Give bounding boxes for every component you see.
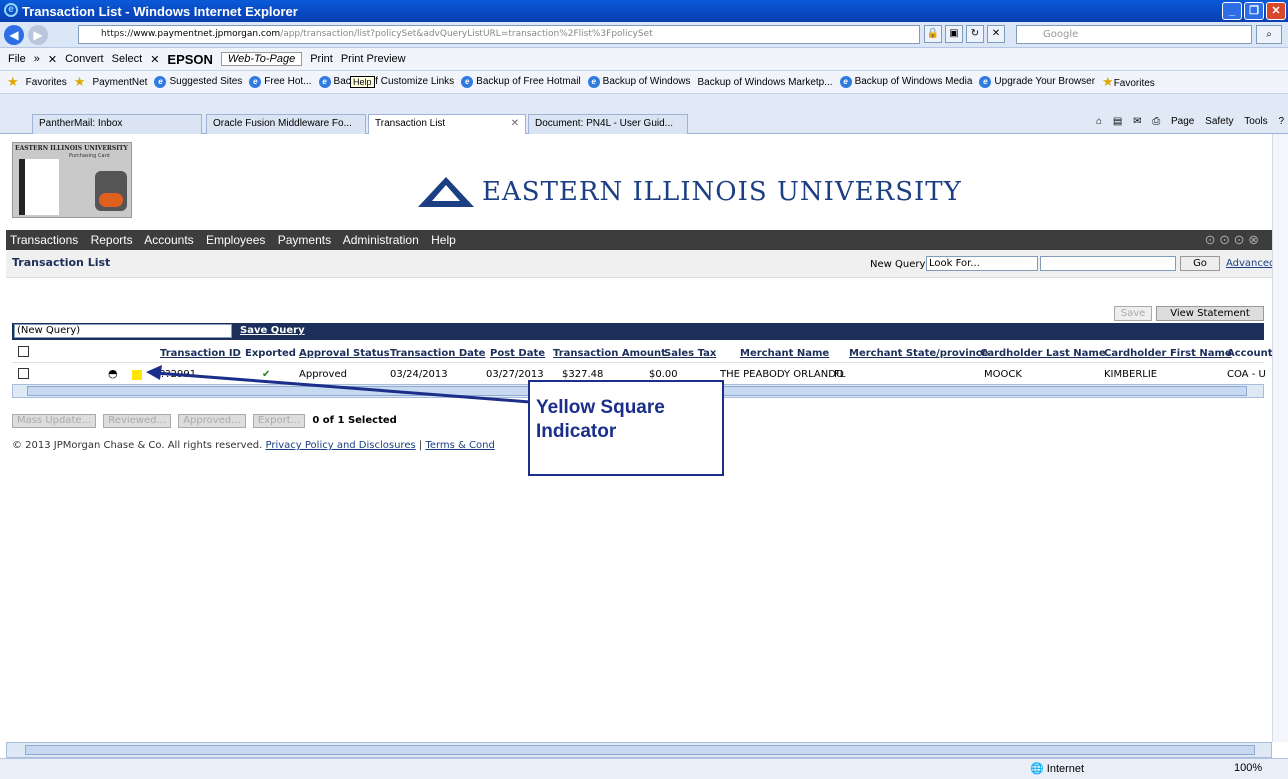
fav-item[interactable]: Favorites: [26, 77, 67, 88]
tab-bar: PantherMail: Inbox Oracle Fusion Middlew…: [0, 94, 1288, 134]
page-menu[interactable]: Page: [1171, 116, 1194, 127]
fav-item[interactable]: Backup of Windows Marketp...: [698, 77, 833, 88]
callout-line-2: Indicator: [536, 421, 617, 442]
fav-item[interactable]: ★Favorites: [1102, 74, 1155, 90]
search-icon[interactable]: ⌕: [1256, 25, 1282, 44]
fav-item[interactable]: e Free Hot...: [249, 76, 312, 88]
callout-line-1: Yellow Square: [536, 397, 665, 418]
lock-icon[interactable]: 🔒: [924, 25, 942, 43]
refresh-icon[interactable]: ↻: [966, 25, 984, 43]
url-field[interactable]: https://www.paymentnet.jpmorgan.com/app/…: [78, 25, 920, 44]
window-title: Transaction List - Windows Internet Expl…: [22, 3, 298, 19]
fav-item[interactable]: e Backup of Windows: [587, 76, 691, 88]
ie-icon: e: [587, 76, 600, 88]
ie-icon: e: [839, 76, 852, 88]
mail-icon[interactable]: ✉: [1133, 116, 1141, 127]
add-favorite-icon[interactable]: ★: [74, 74, 86, 90]
more-icon[interactable]: »: [34, 53, 40, 65]
menu-bar: File » ✕ Convert Select ✕ EPSON Web-To-P…: [0, 48, 1288, 71]
close-tab-icon[interactable]: ✕: [511, 115, 519, 133]
ie-icon: e: [249, 76, 262, 88]
convert-button[interactable]: Convert: [65, 53, 104, 65]
callout-box: Yellow Square Indicator: [528, 380, 724, 476]
security-zone: 🌐 Internet: [1030, 763, 1085, 775]
tab-oracle[interactable]: Oracle Fusion Middleware Fo...: [206, 114, 366, 134]
menu-file[interactable]: File: [8, 53, 26, 65]
fav-item[interactable]: e Upgrade Your Browser: [979, 76, 1095, 88]
minimize-button[interactable]: _: [1222, 2, 1242, 20]
tab-panthermail[interactable]: PantherMail: Inbox: [32, 114, 202, 134]
page-vertical-scrollbar[interactable]: [1272, 134, 1288, 742]
close-button[interactable]: ✕: [1266, 2, 1286, 20]
favorites-bar: ★ Favorites ★ PaymentNet e Suggested Site…: [0, 71, 1288, 94]
fav-item[interactable]: e Backup of Customize Links: [318, 76, 454, 88]
epson-logo: EPSON: [167, 51, 213, 67]
ie-icon: e: [318, 76, 331, 88]
home-icon[interactable]: ⌂: [1096, 116, 1102, 127]
ie-icon: e: [154, 76, 167, 88]
url-domain: www.paymentnet.jpmorgan.com: [133, 29, 281, 39]
fav-item[interactable]: PaymentNet: [92, 77, 147, 88]
close-toolbar-icon[interactable]: ✕: [48, 53, 57, 66]
address-bar: ◀ ▶ https://www.paymentnet.jpmorgan.com/…: [0, 22, 1288, 48]
compat-icon[interactable]: ▣: [945, 25, 963, 43]
maximize-button[interactable]: ❐: [1244, 2, 1264, 20]
help-icon[interactable]: ?: [1278, 116, 1284, 127]
tab-transaction-list[interactable]: Transaction List ✕: [368, 114, 526, 134]
zoom-level[interactable]: 100%: [1234, 762, 1262, 774]
tools-menu[interactable]: Tools: [1244, 116, 1267, 127]
command-bar: ⌂ ▤ ✉ ⎙ Page Safety Tools ?: [1088, 116, 1284, 127]
search-input[interactable]: Google: [1016, 25, 1252, 44]
favorites-star-icon: ★: [7, 74, 19, 89]
help-tooltip: Help: [350, 76, 375, 88]
close-toolbar-icon-2[interactable]: ✕: [150, 53, 159, 66]
feeds-icon[interactable]: ▤: [1113, 116, 1122, 127]
print-preview-button[interactable]: Print Preview: [341, 53, 406, 65]
select-button[interactable]: Select: [112, 53, 143, 65]
status-bar: 🌐 Internet 100%: [0, 758, 1288, 779]
url-prefix: https://: [101, 29, 134, 39]
print-button[interactable]: Print: [310, 53, 333, 65]
ie-icon: e: [461, 76, 474, 88]
tab-document[interactable]: Document: PN4L - User Guid...: [528, 114, 688, 134]
ie-icon: e: [4, 3, 18, 17]
url-path: /app/transaction/list?policySet&advQuery…: [280, 29, 653, 39]
fav-item[interactable]: e Suggested Sites: [154, 76, 242, 88]
stop-icon[interactable]: ✕: [987, 25, 1005, 43]
page-horizontal-scrollbar[interactable]: [6, 742, 1272, 758]
back-button[interactable]: ◀: [4, 24, 24, 45]
web-to-page-select[interactable]: Web-To-Page: [220, 52, 303, 66]
window-titlebar: e Transaction List - Windows Internet Ex…: [0, 0, 1288, 22]
print-icon[interactable]: ⎙: [1152, 116, 1160, 127]
fav-item[interactable]: e Backup of Free Hotmail: [461, 76, 581, 88]
safety-menu[interactable]: Safety: [1205, 116, 1233, 127]
page-content: EASTERN ILLINOIS UNIVERSITY Purchasing C…: [6, 134, 1272, 742]
forward-button[interactable]: ▶: [28, 24, 48, 45]
fav-item[interactable]: e Backup of Windows Media: [839, 76, 972, 88]
ie-icon: e: [979, 76, 992, 88]
